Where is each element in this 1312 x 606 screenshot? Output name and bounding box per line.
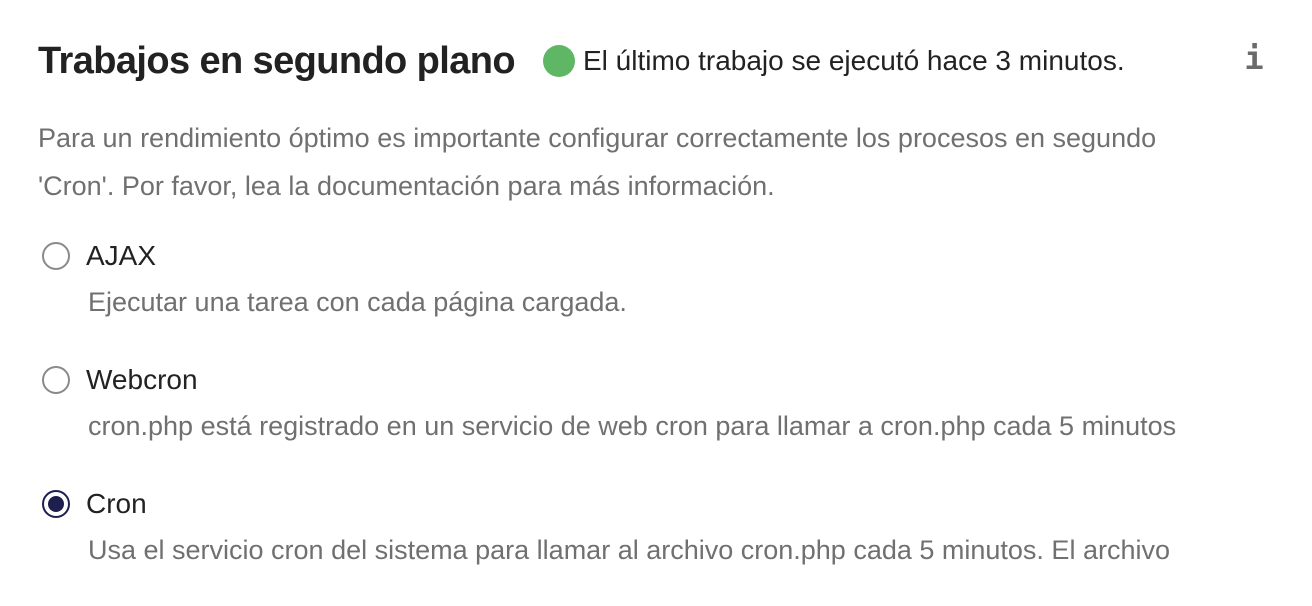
option-cron: Cron Usa el servicio cron del sistema pa… [42, 484, 1170, 568]
radio-ajax[interactable] [42, 242, 70, 270]
last-job-status: El último trabajo se ejecutó hace 3 minu… [542, 45, 1125, 77]
radio-webcron[interactable] [42, 366, 70, 394]
option-description-cron: Usa el servicio cron del sistema para ll… [88, 535, 1170, 565]
background-jobs-section: Trabajos en segundo plano El último trab… [38, 0, 1312, 606]
info-icon[interactable]: i [1242, 38, 1266, 78]
option-ajax: AJAX Ejecutar una tarea con cada página … [42, 236, 627, 320]
status-ok-icon [542, 45, 575, 77]
section-title: Trabajos en segundo plano [38, 39, 516, 82]
option-label-cron[interactable]: Cron [86, 488, 147, 520]
section-description: Para un rendimiento óptimo es importante… [38, 114, 1312, 210]
option-description-webcron: cron.php está registrado en un servicio … [88, 411, 1177, 441]
option-description-ajax: Ejecutar una tarea con cada página carga… [88, 287, 627, 317]
status-text: El último trabajo se ejecutó hace 3 minu… [582, 45, 1125, 76]
description-line: 'Cron'. Por favor, lea la documentación … [38, 171, 775, 201]
radio-cron[interactable] [42, 490, 70, 518]
radio-row-webcron[interactable]: Webcron [42, 360, 1176, 400]
radio-row-cron[interactable]: Cron [42, 484, 1170, 524]
option-webcron: Webcron cron.php está registrado en un s… [42, 360, 1176, 444]
description-line: Para un rendimiento óptimo es importante… [38, 123, 1157, 153]
section-header: Trabajos en segundo plano El último trab… [38, 36, 1125, 86]
option-label-webcron[interactable]: Webcron [86, 364, 198, 396]
radio-row-ajax[interactable]: AJAX [42, 236, 627, 276]
option-label-ajax[interactable]: AJAX [86, 240, 156, 272]
